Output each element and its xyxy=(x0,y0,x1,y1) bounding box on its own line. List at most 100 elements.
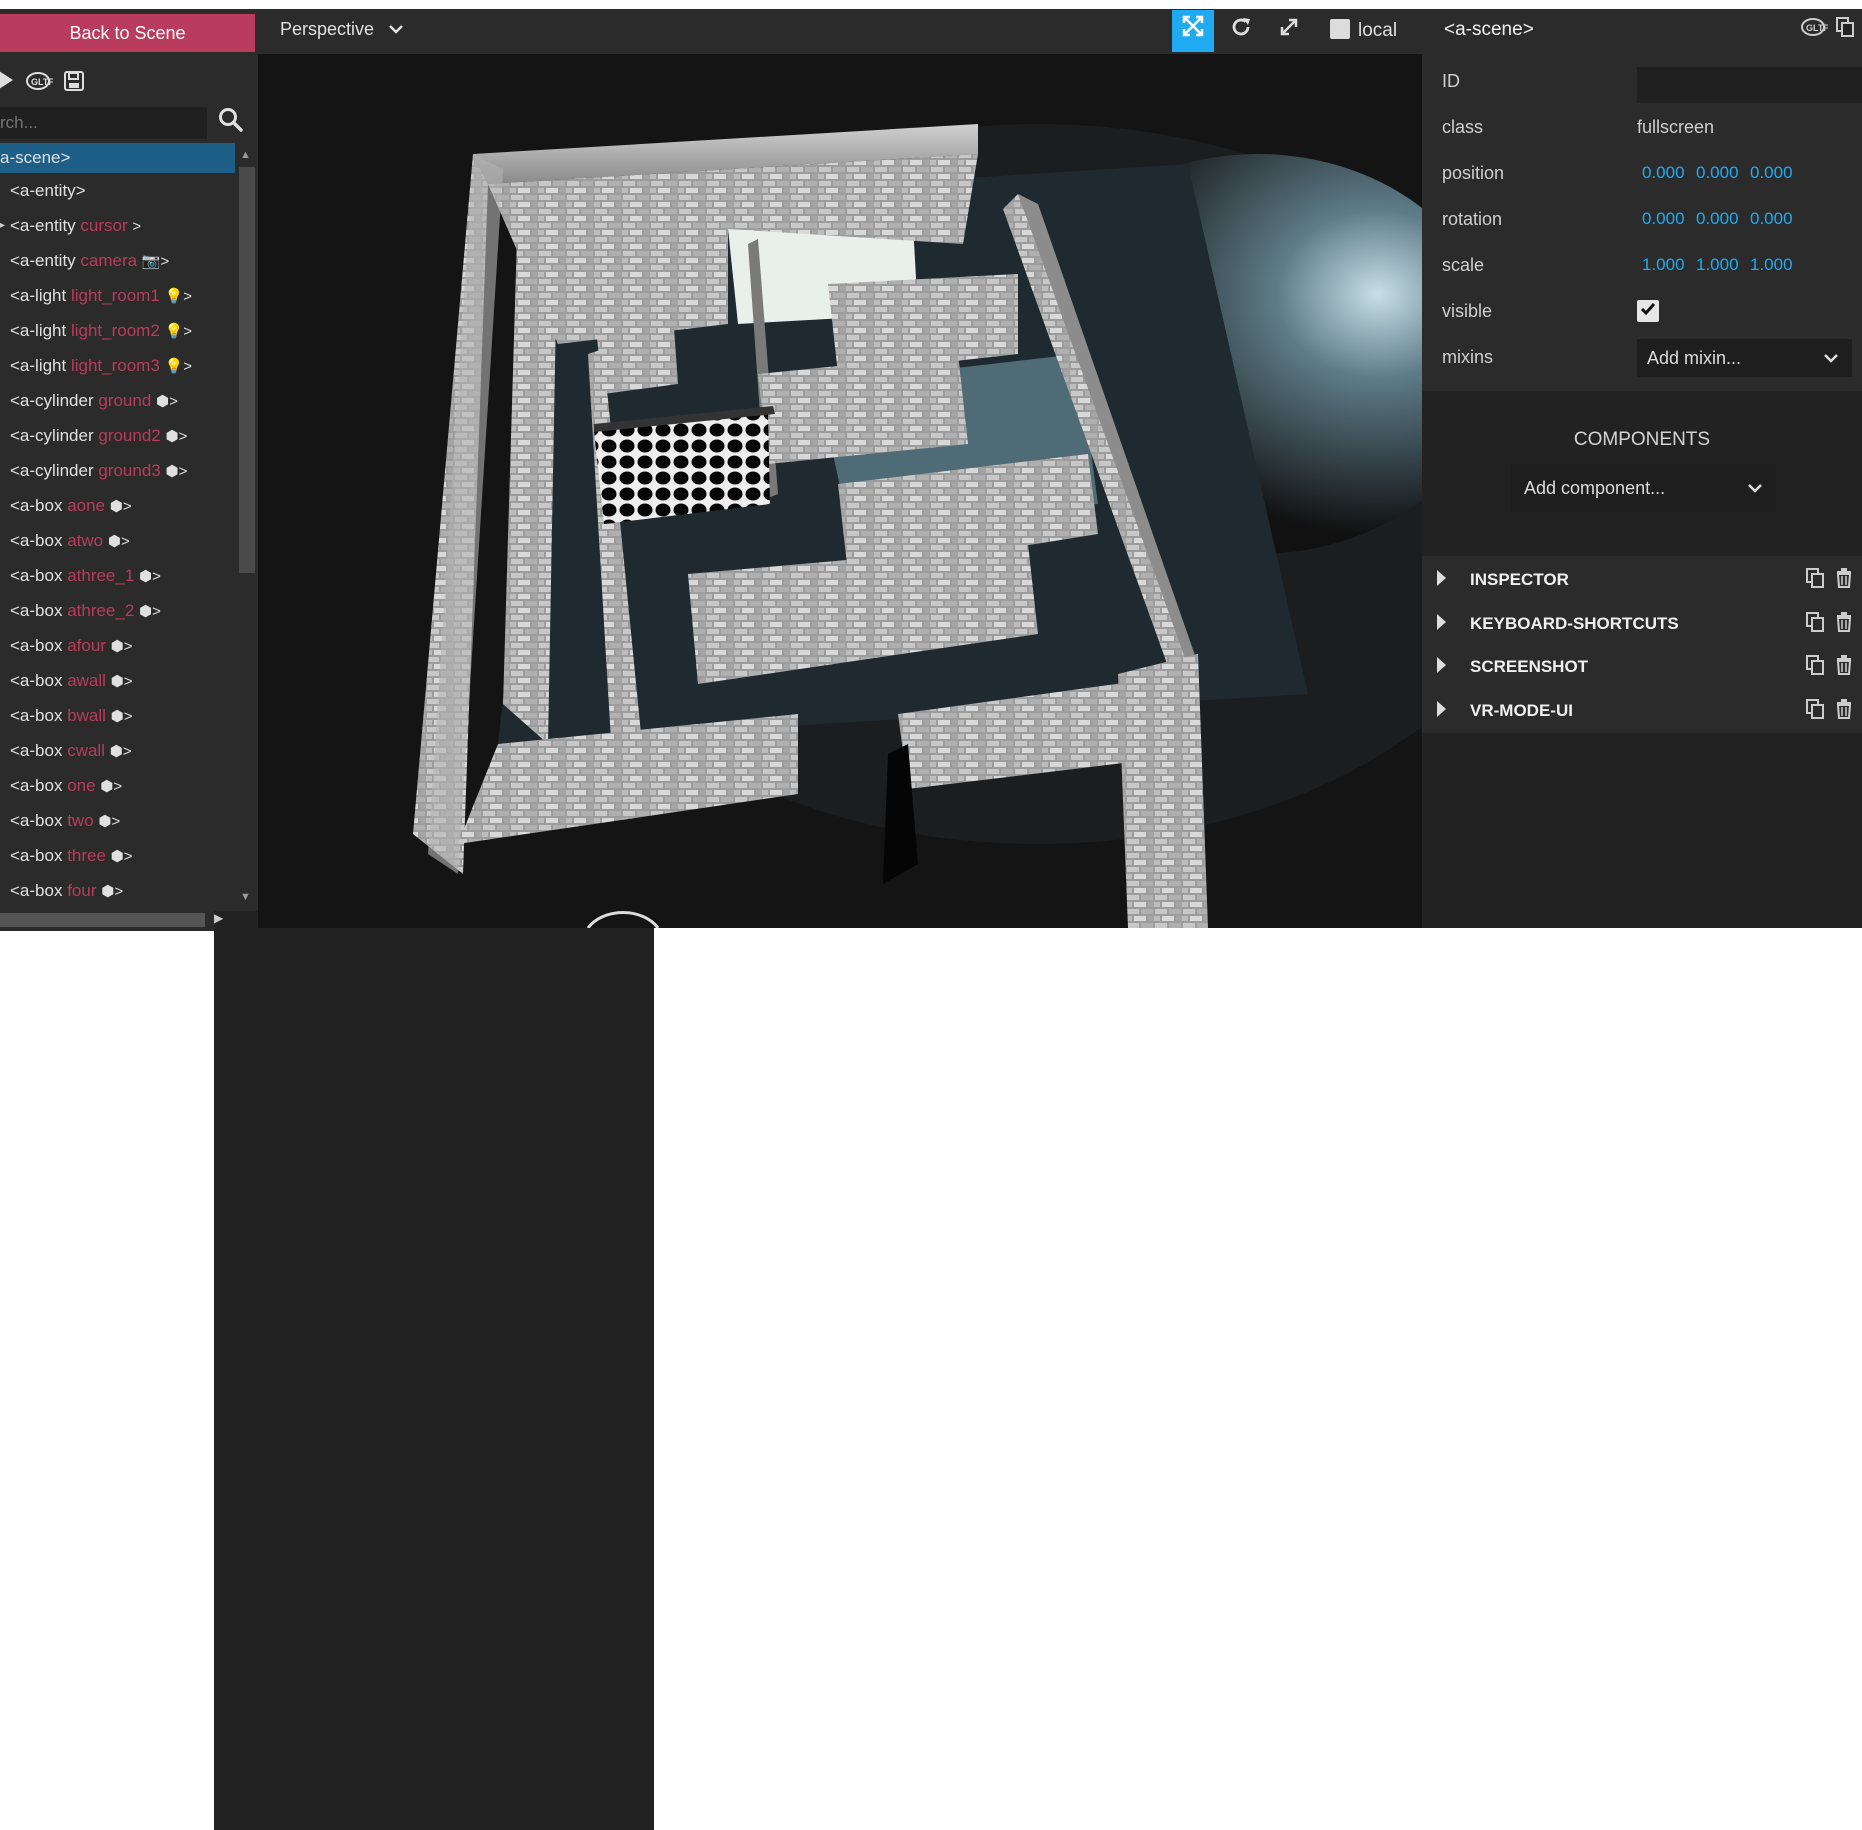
rotation-y-input[interactable]: 0.000 xyxy=(1696,209,1739,229)
entity-type-icon: ⬢> xyxy=(139,568,161,585)
tree-row[interactable]: ▸ <a-entity cursor > xyxy=(0,208,235,243)
camera-mode-select[interactable]: Perspective xyxy=(280,19,403,40)
entity-id: light_room3 xyxy=(70,356,160,375)
trash-icon[interactable] xyxy=(1836,611,1852,637)
gltf-export-icon[interactable]: GLTF xyxy=(1800,17,1829,42)
entity-tag: <a-box xyxy=(10,566,63,585)
entity-id: light_room1 xyxy=(70,286,160,305)
entity-tag: <a-cylinder xyxy=(10,391,94,410)
scrollbar-thumb[interactable] xyxy=(239,167,255,573)
tree-vertical-scrollbar[interactable]: ▲ ▼ xyxy=(236,143,258,915)
tree-row[interactable]: <a-box two ⬢> xyxy=(0,803,235,838)
rotation-z-input[interactable]: 0.000 xyxy=(1750,209,1793,229)
rotate-button[interactable] xyxy=(1220,10,1262,52)
expand-triangle-icon[interactable] xyxy=(1437,657,1446,673)
tree-row[interactable]: <a-cylinder ground2 ⬢> xyxy=(0,418,235,453)
scale-x-input[interactable]: 1.000 xyxy=(1642,255,1685,275)
tree-row[interactable]: <a-box atwo ⬢> xyxy=(0,523,235,558)
trash-icon[interactable] xyxy=(1836,698,1852,724)
scroll-down-icon[interactable]: ▼ xyxy=(240,891,251,903)
tree-row[interactable]: <a-cylinder ground3 ⬢> xyxy=(0,453,235,488)
scroll-up-icon[interactable]: ▲ xyxy=(240,149,251,161)
scale-y-input[interactable]: 1.000 xyxy=(1696,255,1739,275)
entity-type-icon: ⬢> xyxy=(110,848,133,865)
tree-row[interactable]: <a-light light_room1 💡> xyxy=(0,278,235,313)
gltf-export-icon[interactable]: GLTF xyxy=(24,71,54,95)
local-toggle[interactable]: local xyxy=(1330,19,1397,42)
local-checkbox[interactable] xyxy=(1330,19,1350,39)
add-component-label: Add component... xyxy=(1524,478,1666,498)
entity-type-icon: ⬢> xyxy=(110,673,133,690)
component-row-keyboard-shortcuts[interactable]: KEYBOARD-SHORTCUTS xyxy=(1422,599,1862,646)
search-icon[interactable] xyxy=(218,107,246,135)
tree-row[interactable]: <a-box athree_1 ⬢> xyxy=(0,558,235,593)
scrollbar-thumb[interactable] xyxy=(0,913,205,927)
copy-icon[interactable] xyxy=(1806,568,1824,593)
position-z-input[interactable]: 0.000 xyxy=(1750,163,1793,183)
trash-icon[interactable] xyxy=(1836,568,1852,593)
entity-id: ground3 xyxy=(98,461,161,480)
copy-icon[interactable] xyxy=(1806,611,1824,637)
tree-row[interactable]: <a-entity> xyxy=(0,173,235,208)
tree-row[interactable]: <a-cylinder ground ⬢> xyxy=(0,383,235,418)
scene-viewport[interactable]: Perspective local xyxy=(258,9,1422,928)
copy-icon[interactable] xyxy=(1836,17,1854,42)
scroll-right-icon[interactable]: ▶ xyxy=(214,911,654,1830)
id-input[interactable] xyxy=(1637,67,1862,103)
tree-row[interactable]: <a-box aone ⬢> xyxy=(0,488,235,523)
expand-triangle-icon[interactable] xyxy=(1437,700,1446,717)
tree-row[interactable]: <a-box athree_2 ⬢> xyxy=(0,593,235,628)
tree-row[interactable]: <a-box cwall ⬢> xyxy=(0,733,235,768)
tree-row[interactable]: <a-light light_room2 💡> xyxy=(0,313,235,348)
selected-entity-title: <a-scene> xyxy=(1444,19,1534,40)
play-icon[interactable] xyxy=(0,71,18,95)
entity-id: athree_1 xyxy=(67,566,135,585)
position-x-input[interactable]: 0.000 xyxy=(1642,163,1685,183)
scale-z-input[interactable]: 1.000 xyxy=(1750,255,1793,275)
copy-icon[interactable] xyxy=(1806,698,1824,724)
save-icon[interactable] xyxy=(62,71,86,95)
tree-row[interactable]: <a-entity camera 📷> xyxy=(0,243,235,278)
tree-row[interactable]: <a-box three ⬢> xyxy=(0,838,235,873)
entity-tag: <a-entity> xyxy=(10,181,86,200)
copy-icon[interactable] xyxy=(1806,655,1824,680)
entity-id: athree_2 xyxy=(67,601,135,620)
tree-row[interactable]: <a-box bwall ⬢> xyxy=(0,698,235,733)
component-row-screenshot[interactable]: SCREENSHOT xyxy=(1422,643,1862,689)
visible-checkbox[interactable] xyxy=(1637,300,1659,322)
add-component-select[interactable]: Add component... xyxy=(1510,464,1776,512)
tree-row[interactable]: <a-box four ⬢> xyxy=(0,873,235,908)
scale-button[interactable] xyxy=(1268,10,1310,52)
back-to-scene-button[interactable]: Back to Scene xyxy=(0,14,255,52)
mixins-row: mixins Add mixin... xyxy=(1442,337,1852,377)
entity-attributes: ID class fullscreen position 0.000 0.000… xyxy=(1422,51,1862,391)
entity-header: <a-scene> GLTF xyxy=(1422,9,1862,51)
entity-id: awall xyxy=(67,671,106,690)
add-mixin-select[interactable]: Add mixin... xyxy=(1637,339,1852,377)
tree-row[interactable]: <a-box afour ⬢> xyxy=(0,628,235,663)
class-value[interactable]: fullscreen xyxy=(1637,117,1714,138)
tree-row[interactable]: a-scene> xyxy=(0,143,235,173)
position-y-input[interactable]: 0.000 xyxy=(1696,163,1739,183)
tree-row[interactable]: <a-box awall ⬢> xyxy=(0,663,235,698)
expand-arrow-icon[interactable]: ▸ xyxy=(0,208,5,243)
viewport-toolbar: Perspective local xyxy=(258,9,1422,54)
expand-triangle-icon[interactable] xyxy=(1437,613,1446,630)
entity-tag: <a-box xyxy=(10,671,63,690)
rotation-x-input[interactable]: 0.000 xyxy=(1642,209,1685,229)
component-row-vr-mode-ui[interactable]: VR-MODE-UI xyxy=(1422,686,1862,733)
tree-row[interactable]: <a-box one ⬢> xyxy=(0,768,235,803)
translate-button[interactable] xyxy=(1172,10,1214,52)
tree-row[interactable]: <a-light light_room3 💡> xyxy=(0,348,235,383)
trash-icon[interactable] xyxy=(1836,655,1852,680)
id-row: ID xyxy=(1442,61,1862,103)
expand-triangle-icon[interactable] xyxy=(1437,570,1446,586)
component-row-inspector[interactable]: INSPECTOR xyxy=(1422,556,1862,602)
entity-type-icon: ⬢> xyxy=(109,743,132,760)
class-row: class fullscreen xyxy=(1442,107,1852,147)
entity-id: ground xyxy=(98,391,152,410)
search-input[interactable] xyxy=(0,107,207,139)
component-name: SCREENSHOT xyxy=(1470,657,1589,676)
entity-tag: <a-cylinder xyxy=(10,426,94,445)
entity-id: four xyxy=(67,881,97,900)
